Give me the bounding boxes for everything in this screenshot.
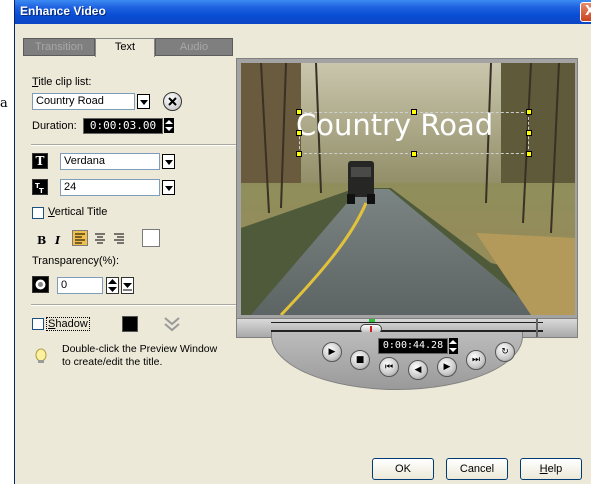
font-size-dropdown[interactable] bbox=[162, 180, 175, 195]
background-text: a bbox=[0, 96, 8, 111]
previous-frame-button[interactable]: ◀ bbox=[408, 360, 428, 380]
resize-handle[interactable] bbox=[296, 151, 302, 157]
transparency-spinner[interactable] bbox=[106, 277, 119, 294]
home-button[interactable]: ⏮ bbox=[379, 357, 399, 377]
font-combo[interactable]: Verdana bbox=[60, 153, 160, 170]
shadow-options-button[interactable] bbox=[163, 314, 181, 334]
font-size-icon: TT bbox=[32, 179, 48, 195]
spinner-arrows-icon bbox=[108, 279, 117, 292]
transparency-label: Transparency(%): bbox=[32, 255, 120, 267]
video-frame[interactable]: Country Road bbox=[241, 63, 575, 315]
lightbulb-icon bbox=[33, 344, 49, 364]
font-size-combo[interactable]: 24 bbox=[60, 179, 160, 196]
trim-track bbox=[271, 322, 543, 323]
font-dropdown[interactable] bbox=[162, 154, 175, 169]
step-down-icon bbox=[123, 283, 132, 291]
help-button[interactable]: Help bbox=[520, 458, 582, 480]
timecode-display[interactable]: 0:00:44.28 bbox=[378, 338, 448, 354]
resize-handle[interactable] bbox=[526, 109, 532, 115]
align-right-button[interactable] bbox=[112, 231, 126, 245]
hint-text: Double-click the Preview Window to creat… bbox=[62, 343, 218, 368]
delete-x-icon bbox=[168, 97, 177, 106]
preview-title-text[interactable]: Country Road bbox=[296, 108, 493, 142]
divider bbox=[31, 144, 241, 146]
stop-button[interactable]: ■ bbox=[350, 350, 370, 370]
title-clip-list-combo[interactable]: Country Road bbox=[32, 93, 135, 110]
divider bbox=[31, 304, 241, 306]
mark-in-indicator bbox=[369, 319, 375, 322]
ok-button[interactable]: OK bbox=[372, 458, 434, 480]
preview-window[interactable]: Country Road bbox=[236, 58, 578, 320]
duration-spinner[interactable] bbox=[164, 118, 174, 133]
font-size-glyph-icon: TT bbox=[35, 182, 44, 195]
italic-button[interactable]: I bbox=[55, 234, 60, 247]
resize-handle[interactable] bbox=[411, 109, 417, 115]
resize-handle[interactable] bbox=[296, 109, 302, 115]
align-center-icon bbox=[95, 233, 105, 244]
resize-handle[interactable] bbox=[296, 130, 302, 136]
transparency-circle-icon bbox=[35, 279, 46, 290]
tab-text[interactable]: Text bbox=[95, 38, 155, 57]
road-scene-image bbox=[241, 63, 575, 315]
font-icon: T bbox=[32, 153, 48, 169]
align-left-button[interactable] bbox=[72, 230, 88, 246]
duration-label: Duration: bbox=[32, 120, 77, 132]
resize-handle[interactable] bbox=[526, 130, 532, 136]
text-color-swatch[interactable] bbox=[142, 229, 160, 247]
resize-handle[interactable] bbox=[526, 151, 532, 157]
tab-audio[interactable]: Audio bbox=[155, 38, 233, 56]
transparency-step-button[interactable] bbox=[121, 277, 134, 294]
delete-title-button[interactable] bbox=[163, 92, 182, 111]
title-clip-list-dropdown[interactable] bbox=[137, 94, 150, 109]
tab-transition[interactable]: Transition bbox=[23, 38, 95, 56]
align-center-button[interactable] bbox=[93, 231, 107, 245]
window-title: Enhance Video bbox=[20, 4, 106, 18]
screen: a Enhance Video X Transition Text Audio … bbox=[0, 0, 591, 484]
bold-button[interactable]: B bbox=[37, 234, 46, 247]
end-button[interactable]: ⏭ bbox=[466, 350, 486, 370]
svg-text:T: T bbox=[39, 187, 44, 194]
align-left-icon bbox=[75, 233, 85, 244]
resize-handle[interactable] bbox=[411, 151, 417, 157]
shadow-checkbox[interactable] bbox=[32, 318, 44, 330]
cancel-button[interactable]: Cancel bbox=[446, 458, 508, 480]
transparency-icon bbox=[32, 276, 49, 293]
close-button[interactable]: X bbox=[580, 2, 591, 22]
transparency-field[interactable]: 0 bbox=[57, 277, 103, 294]
end-marker[interactable] bbox=[536, 319, 538, 337]
title-clip-list-label: Title clip list: bbox=[32, 76, 92, 88]
shadow-label: Shadow bbox=[46, 317, 90, 331]
play-button[interactable]: ▶ bbox=[322, 342, 342, 362]
double-chevron-down-icon bbox=[164, 317, 180, 332]
close-icon: X bbox=[584, 4, 591, 19]
shadow-color-swatch[interactable] bbox=[122, 316, 138, 332]
enhance-video-window: Enhance Video X Transition Text Audio Ti… bbox=[14, 0, 591, 484]
align-right-icon bbox=[114, 233, 124, 244]
vertical-title-checkbox[interactable] bbox=[32, 207, 44, 219]
vertical-title-label: Vertical Title bbox=[48, 206, 108, 218]
duration-field[interactable]: 0:00:03.00 bbox=[83, 118, 163, 134]
timecode-spinner[interactable] bbox=[449, 338, 458, 354]
next-frame-button[interactable]: ▶ bbox=[437, 357, 457, 377]
player-controls: 0:00:44.28 ▶ ■ ⏮ ◀ ▶ ⏭ ↻ bbox=[271, 332, 523, 390]
title-bar[interactable]: Enhance Video X bbox=[15, 0, 591, 24]
repeat-button[interactable]: ↻ bbox=[495, 342, 515, 362]
